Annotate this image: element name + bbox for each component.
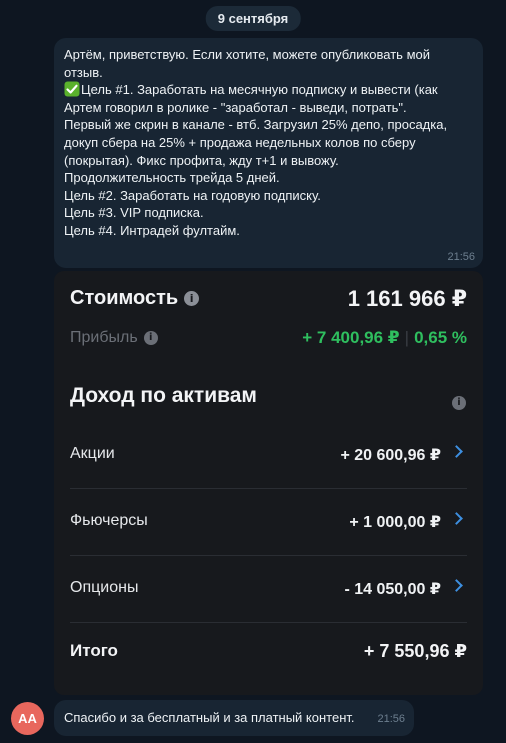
profit-value-group: + 7 400,96 ₽ | 0,65 % [302, 328, 467, 348]
asset-row-options[interactable]: Опционы - 14 050,00 ₽ [70, 555, 467, 623]
reply-text: Спасибо и за бесплатный и за платный кон… [64, 710, 355, 725]
message-line: Продолжительность трейда 5 дней. [64, 170, 280, 186]
message-line: Первый же скрин в канале - втб. Загрузил… [64, 117, 448, 133]
asset-row-stocks[interactable]: Акции + 20 600,96 ₽ [70, 421, 467, 489]
profit-value: + 7 400,96 ₽ [302, 328, 400, 347]
cost-label: Стоимость [70, 287, 179, 309]
profit-percent: 0,65 % [414, 328, 467, 347]
message-line: Артём, приветствую. Если хотите, можете … [64, 47, 430, 62]
message-timestamp: 21:56 [377, 713, 405, 725]
date-separator: 9 сентября [205, 6, 301, 31]
avatar[interactable]: AA [11, 702, 44, 735]
info-icon[interactable]: i [452, 396, 466, 410]
profit-label: Прибыль [70, 329, 138, 346]
income-by-assets-title: Доход по активам [70, 384, 257, 407]
message-line-text: Цель #1. Заработать на месячную подписку… [81, 82, 438, 98]
info-icon[interactable]: i [184, 291, 200, 306]
message-bubble[interactable]: Артём, приветствую. Если хотите, можете … [54, 38, 483, 268]
message-line: Цель #3. VIP подписка. [64, 205, 204, 221]
chevron-right-icon[interactable] [450, 445, 463, 458]
message-timestamp: 21:56 [447, 251, 475, 263]
asset-label: Акции [70, 445, 115, 462]
check-mark-button-icon [64, 81, 80, 97]
message-line: (покрытая). Фикс профита, жду т+1 и выво… [64, 152, 339, 168]
message-line: Цель #2. Заработать на годовую подписку. [64, 187, 321, 203]
total-value: + 7 550,96 ₽ [363, 641, 467, 661]
asset-label: Опционы [70, 579, 139, 596]
message-line: Артем говорил в ролике - "заработал - вы… [64, 99, 407, 115]
message-line-goal-1: Цель #1. Заработать на месячную подписку… [64, 81, 473, 99]
reply-message-bubble[interactable]: Спасибо и за бесплатный и за платный кон… [54, 700, 414, 736]
section-info: i [452, 394, 466, 412]
message-line: Цель #4. Интрадей фултайм. [64, 222, 240, 238]
message-line: докуп сбера на 25% + продажа недельных к… [64, 134, 416, 150]
chevron-right-icon[interactable] [450, 579, 463, 592]
portfolio-screenshot-card[interactable]: Стоимость i 1 161 966 ₽ Прибыль i + 7 400,… [54, 271, 483, 695]
divider: | [404, 328, 410, 347]
cost-row-label: Стоимость i [70, 287, 200, 310]
message-line: отзыв. [64, 64, 103, 80]
profit-row-label: Прибыль i [70, 329, 158, 347]
asset-value: + 20 600,96 ₽ [340, 447, 441, 464]
cost-value: 1 161 966 ₽ [347, 286, 467, 311]
total-label: Итого [70, 641, 118, 660]
asset-value: + 1 000,00 ₽ [349, 514, 441, 531]
asset-label: Фьючерсы [70, 512, 148, 529]
chevron-right-icon[interactable] [450, 512, 463, 525]
info-icon[interactable]: i [143, 331, 158, 345]
asset-row-futures[interactable]: Фьючерсы + 1 000,00 ₽ [70, 488, 467, 556]
asset-value: - 14 050,00 ₽ [344, 581, 441, 598]
